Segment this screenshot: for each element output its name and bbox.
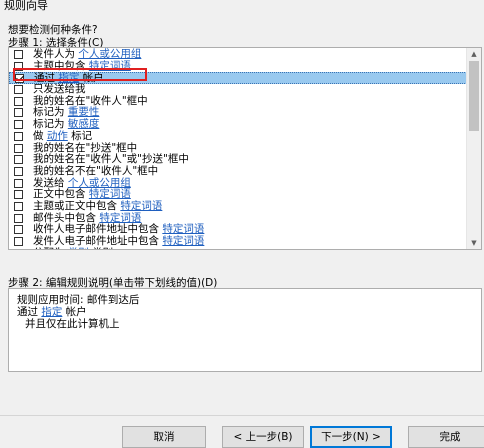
rule-description-box: 规则应用时间: 邮件到达后 通过 指定 帐户 并且仅在此计算机上 bbox=[8, 288, 482, 372]
rule-description-line: 并且仅在此计算机上 bbox=[25, 316, 120, 331]
condition-text: 发件人电子邮件地址中包含 bbox=[33, 235, 163, 247]
condition-text: 正文中包含 bbox=[33, 188, 89, 201]
condition-text: 做 bbox=[33, 129, 47, 142]
condition-text: 主题中包含 bbox=[33, 59, 89, 72]
condition-text: 标记 bbox=[67, 129, 93, 142]
condition-value-link[interactable]: 敏感度 bbox=[68, 118, 100, 130]
condition-list-item[interactable]: 主题中包含 特定词语 bbox=[9, 59, 467, 73]
condition-text: 收件人电子邮件地址中包含 bbox=[33, 223, 163, 236]
condition-checkbox[interactable] bbox=[14, 155, 23, 165]
condition-value-link[interactable]: 特定词语 bbox=[99, 212, 141, 224]
condition-checkbox[interactable] bbox=[14, 178, 23, 188]
scroll-up-arrow-icon[interactable]: ▲ bbox=[467, 48, 481, 60]
condition-value-link[interactable]: 特定词语 bbox=[120, 200, 162, 212]
condition-checkbox[interactable] bbox=[14, 166, 23, 176]
condition-checkbox[interactable] bbox=[15, 74, 24, 84]
condition-label: 主题中包含 特定词语 bbox=[33, 59, 131, 73]
condition-value-link[interactable]: 特定词语 bbox=[89, 60, 131, 72]
condition-checkbox[interactable] bbox=[14, 225, 23, 235]
condition-text: 发送给 bbox=[33, 176, 68, 189]
condition-value-link[interactable]: 类别 bbox=[68, 247, 89, 249]
condition-text: 我的姓名在"收件人"或"抄送"框中 bbox=[33, 153, 189, 166]
condition-checkbox[interactable] bbox=[14, 50, 23, 59]
condition-checkbox[interactable] bbox=[14, 120, 23, 130]
condition-list-item[interactable]: 分配为 类别 类别 bbox=[9, 247, 467, 249]
condition-value-link[interactable]: 重要性 bbox=[68, 106, 100, 119]
condition-value-link[interactable]: 个人或公用组 bbox=[68, 177, 131, 189]
scroll-down-arrow-icon[interactable]: ▼ bbox=[467, 237, 481, 249]
rule-text: 并且仅在此计算机上 bbox=[25, 318, 120, 330]
footer-divider bbox=[0, 415, 484, 416]
conditions-list: 发件人为 个人或公用组 主题中包含 特定词语 通过 指定 帐户 只发送给我 我的姓名在"… bbox=[9, 48, 467, 249]
conditions-scrollbar[interactable]: ▲ ▼ bbox=[466, 48, 481, 249]
condition-checkbox[interactable] bbox=[14, 190, 23, 200]
condition-text: 我的姓名在"抄送"框中 bbox=[33, 141, 138, 154]
condition-checkbox[interactable] bbox=[14, 213, 23, 223]
condition-checkbox[interactable] bbox=[14, 201, 23, 211]
cancel-button[interactable]: 取消 bbox=[122, 426, 206, 448]
condition-text: 类别 bbox=[89, 247, 113, 249]
window-title: 规则向导 bbox=[4, 0, 48, 12]
condition-checkbox[interactable] bbox=[14, 143, 23, 153]
condition-label: 分配为 类别 类别 bbox=[33, 247, 113, 249]
condition-text: 分配为 bbox=[33, 247, 68, 249]
condition-value-link[interactable]: 特定词语 bbox=[89, 188, 131, 200]
condition-checkbox[interactable] bbox=[14, 108, 23, 118]
condition-checkbox[interactable] bbox=[14, 61, 23, 71]
condition-checkbox[interactable] bbox=[14, 85, 23, 95]
condition-checkbox[interactable] bbox=[14, 237, 23, 246]
condition-value-link[interactable]: 动作 bbox=[47, 130, 68, 142]
condition-text: 标记为 bbox=[33, 118, 68, 131]
condition-text: 只发送给我 bbox=[33, 83, 86, 96]
conditions-listbox[interactable]: 发件人为 个人或公用组 主题中包含 特定词语 通过 指定 帐户 只发送给我 我的姓名在"… bbox=[8, 47, 482, 250]
condition-text: 我的姓名不在"收件人"框中 bbox=[33, 164, 159, 177]
condition-checkbox[interactable] bbox=[14, 248, 23, 249]
condition-checkbox[interactable] bbox=[14, 96, 23, 106]
condition-value-link[interactable]: 特定词语 bbox=[162, 235, 204, 247]
condition-text: 邮件头中包含 bbox=[33, 211, 100, 224]
condition-text: 发件人为 bbox=[33, 48, 79, 60]
back-button[interactable]: < 上一步(B) bbox=[222, 426, 304, 448]
condition-text: 主题或正文中包含 bbox=[33, 199, 121, 212]
condition-checkbox[interactable] bbox=[14, 131, 23, 141]
condition-value-link[interactable]: 特定词语 bbox=[162, 223, 204, 235]
condition-value-link[interactable]: 个人或公用组 bbox=[78, 48, 141, 60]
next-button[interactable]: 下一步(N) > bbox=[310, 426, 392, 448]
condition-text: 我的姓名在"收件人"框中 bbox=[33, 94, 148, 107]
finish-button[interactable]: 完成 bbox=[408, 426, 484, 448]
scroll-thumb[interactable] bbox=[469, 61, 479, 131]
condition-text: 标记为 bbox=[33, 106, 68, 119]
